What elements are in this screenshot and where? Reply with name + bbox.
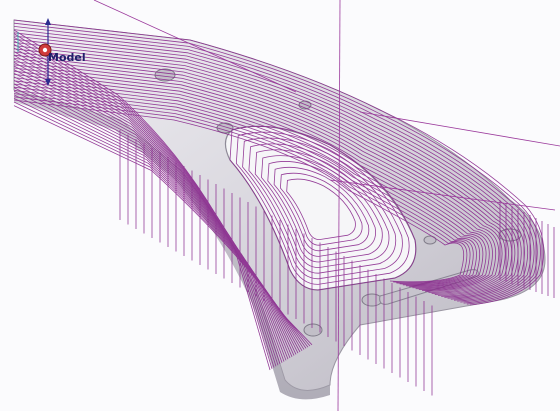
cam-3d-viewport[interactable]: Model: [0, 0, 560, 411]
model-triad-label: Model: [48, 51, 86, 64]
